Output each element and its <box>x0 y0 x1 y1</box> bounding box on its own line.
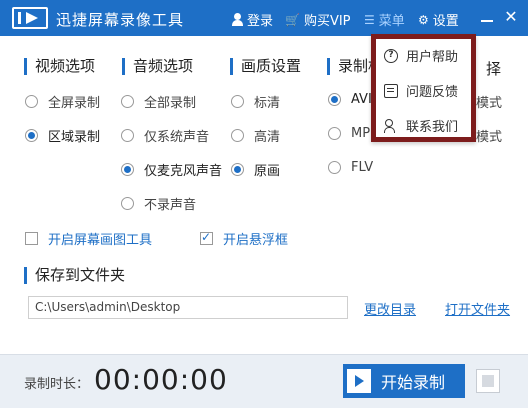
cart-icon: 🛒 <box>285 12 300 27</box>
audio-options-heading: 音频选项 <box>122 58 193 75</box>
save-path-field[interactable]: C:\Users\admin\Desktop <box>28 296 348 319</box>
bottom-bar: 录制时长： 00:00:00 开始录制 <box>0 354 528 408</box>
radio-indicator <box>25 95 38 108</box>
radio-quality-original[interactable]: 原画 <box>231 160 280 179</box>
radio-label: 仅系统声音 <box>144 130 210 145</box>
radio-indicator <box>121 95 134 108</box>
radio-audio-mic[interactable]: 仅麦克风声音 <box>121 160 222 179</box>
start-recording-label: 开始录制 <box>381 373 446 392</box>
mode-option-2[interactable]: 模式 <box>476 126 502 145</box>
user-icon <box>232 13 243 26</box>
list-icon: ☰ <box>364 12 375 27</box>
checkbox-label: 开启屏幕画图工具 <box>48 233 153 248</box>
change-directory-link[interactable]: 更改目录 <box>364 299 416 318</box>
radio-format-flv[interactable]: FLV <box>328 160 373 175</box>
open-folder-link[interactable]: 打开文件夹 <box>445 299 510 318</box>
buy-vip-label: 购买VIP <box>303 14 351 29</box>
app-title: 迅捷屏幕录像工具 <box>56 11 185 29</box>
dropdown-menu: ? 用户帮助 问题反馈 联系我们 <box>371 34 476 142</box>
close-icon: ✕ <box>504 7 518 26</box>
radio-label: 不录声音 <box>144 198 197 213</box>
radio-label: AVI <box>351 92 372 107</box>
radio-label: MP <box>351 126 371 141</box>
radio-indicator <box>328 161 341 174</box>
radio-audio-none[interactable]: 不录声音 <box>121 194 196 213</box>
radio-indicator <box>328 127 341 140</box>
radio-indicator <box>231 129 244 142</box>
radio-label: 仅麦克风声音 <box>144 164 223 179</box>
radio-quality-sd[interactable]: 标清 <box>231 92 280 111</box>
help-icon: ? <box>384 48 398 63</box>
menu-item-contact[interactable]: 联系我们 <box>384 116 458 135</box>
buy-vip-button[interactable]: 🛒 购买VIP <box>285 10 351 30</box>
title-bar: 迅捷屏幕录像工具 登录 🛒 购买VIP ☰ 菜单 ⚙ 设置 ✕ <box>0 0 528 36</box>
minimize-icon <box>481 20 493 22</box>
duration-value: 00:00:00 <box>94 363 228 396</box>
checkbox-float-window[interactable]: 开启悬浮框 <box>200 229 288 248</box>
radio-label: FLV <box>351 160 374 175</box>
radio-region[interactable]: 区域录制 <box>25 126 100 145</box>
radio-quality-hd[interactable]: 高清 <box>231 126 280 145</box>
radio-indicator <box>328 93 341 106</box>
start-recording-button[interactable]: 开始录制 <box>343 364 465 398</box>
menu-item-label: 用户帮助 <box>406 50 459 65</box>
checkbox-indicator <box>25 232 38 245</box>
login-button[interactable]: 登录 <box>232 10 273 29</box>
mode-option-1[interactable]: 模式 <box>476 92 502 111</box>
checkbox-label: 开启悬浮框 <box>223 233 289 248</box>
radio-indicator <box>25 129 38 142</box>
radio-audio-system[interactable]: 仅系统声音 <box>121 126 209 145</box>
menu-item-label: 联系我们 <box>406 120 459 135</box>
radio-indicator <box>121 129 134 142</box>
radio-label: 区域录制 <box>48 130 101 145</box>
duration-label: 录制时长： <box>24 377 90 392</box>
radio-label: 高清 <box>254 130 281 145</box>
quality-settings-heading: 画质设置 <box>230 58 301 75</box>
play-icon <box>347 369 371 393</box>
radio-indicator <box>231 95 244 108</box>
gear-icon: ⚙ <box>418 12 429 27</box>
contact-icon <box>384 118 398 133</box>
checkbox-drawing-tool[interactable]: 开启屏幕画图工具 <box>25 229 152 248</box>
radio-label: 标清 <box>254 96 281 111</box>
menu-item-help[interactable]: ? 用户帮助 <box>384 46 458 65</box>
menu-item-feedback[interactable]: 问题反馈 <box>384 81 458 100</box>
radio-label: 原画 <box>254 164 281 179</box>
save-folder-heading: 保存到文件夹 <box>24 267 125 284</box>
radio-indicator <box>231 163 244 176</box>
menu-item-label: 问题反馈 <box>406 85 459 100</box>
stop-button[interactable] <box>476 369 500 393</box>
checkbox-indicator <box>200 230 213 245</box>
feedback-icon <box>384 83 398 98</box>
menu-button[interactable]: ☰ 菜单 <box>364 10 405 30</box>
radio-format-avi[interactable]: AVI <box>328 92 372 107</box>
close-button[interactable]: ✕ <box>502 8 520 26</box>
video-options-heading: 视频选项 <box>24 58 95 75</box>
mode-heading: 择 <box>486 60 502 78</box>
radio-indicator <box>121 197 134 210</box>
menu-label: 菜单 <box>378 14 405 29</box>
radio-audio-all[interactable]: 全部录制 <box>121 92 196 111</box>
settings-button[interactable]: ⚙ 设置 <box>418 10 459 30</box>
radio-fullscreen[interactable]: 全屏录制 <box>25 92 100 111</box>
radio-label: 全屏录制 <box>48 96 101 111</box>
minimize-button[interactable] <box>478 8 496 26</box>
radio-label: 全部录制 <box>144 96 197 111</box>
radio-indicator <box>121 163 134 176</box>
radio-format-mp[interactable]: MP <box>328 126 370 141</box>
login-label: 登录 <box>247 14 274 29</box>
app-logo-icon <box>12 7 48 29</box>
settings-label: 设置 <box>432 14 459 29</box>
